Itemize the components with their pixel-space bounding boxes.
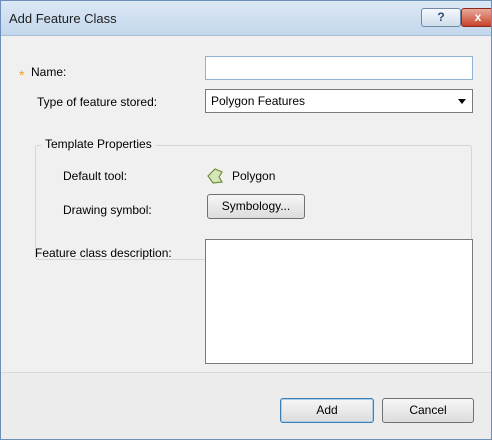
symbology-button[interactable]: Symbology... <box>207 194 305 219</box>
dialog-footer: Add Cancel <box>1 372 491 439</box>
add-feature-class-dialog: Add Feature Class ? x * Name: Type of fe… <box>0 0 492 440</box>
name-label: Name: <box>31 65 67 79</box>
default-tool-value: Polygon <box>232 169 276 183</box>
default-tool-label: Default tool: <box>63 169 128 183</box>
required-star-icon: * <box>19 67 25 83</box>
dialog-title: Add Feature Class <box>9 11 117 26</box>
close-button[interactable]: x <box>461 8 491 27</box>
feature-type-value: Polygon Features <box>211 94 306 108</box>
name-input[interactable] <box>205 56 473 80</box>
dialog-body: * Name: Type of feature stored: Polygon … <box>1 36 491 372</box>
description-label: Feature class description: <box>35 246 172 260</box>
add-button[interactable]: Add <box>280 398 374 423</box>
template-properties-title: Template Properties <box>41 137 156 151</box>
type-label: Type of feature stored: <box>37 95 158 109</box>
help-button[interactable]: ? <box>421 8 461 27</box>
feature-type-select[interactable]: Polygon Features <box>205 89 473 113</box>
description-textarea[interactable] <box>205 239 473 364</box>
cancel-button[interactable]: Cancel <box>382 398 474 423</box>
drawing-symbol-label: Drawing symbol: <box>63 203 152 217</box>
polygon-tool-icon <box>207 168 223 184</box>
chevron-down-icon <box>458 99 466 104</box>
title-bar[interactable]: Add Feature Class ? x <box>1 1 491 36</box>
